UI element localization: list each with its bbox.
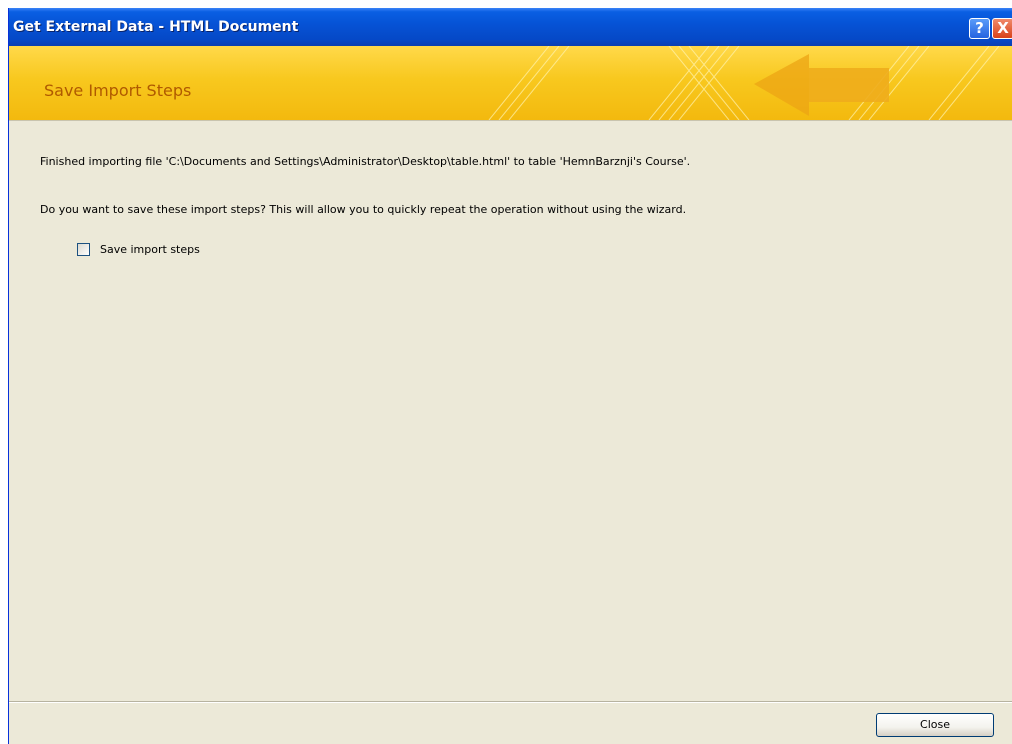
save-import-steps-checkbox[interactable] bbox=[77, 243, 90, 256]
close-button[interactable]: Close bbox=[876, 713, 994, 737]
help-button[interactable]: ? bbox=[969, 18, 990, 39]
import-dialog-window: Get External Data - HTML Document ? X Sa… bbox=[8, 8, 1012, 744]
banner-title: Save Import Steps bbox=[44, 81, 192, 100]
wizard-banner: Save Import Steps bbox=[9, 46, 1012, 120]
save-import-steps-option[interactable]: Save import steps bbox=[77, 243, 200, 256]
finished-import-message: Finished importing file 'C:\Documents an… bbox=[40, 155, 691, 168]
banner-divider bbox=[9, 120, 1012, 121]
save-import-steps-label[interactable]: Save import steps bbox=[100, 243, 200, 256]
close-icon: X bbox=[997, 19, 1009, 37]
save-steps-question: Do you want to save these import steps? … bbox=[40, 203, 687, 216]
help-icon: ? bbox=[975, 19, 984, 37]
footer-divider-highlight bbox=[9, 702, 1012, 703]
window-title: Get External Data - HTML Document bbox=[13, 19, 299, 35]
title-bar[interactable]: Get External Data - HTML Document ? X bbox=[9, 8, 1012, 46]
window-close-button[interactable]: X bbox=[992, 18, 1012, 39]
